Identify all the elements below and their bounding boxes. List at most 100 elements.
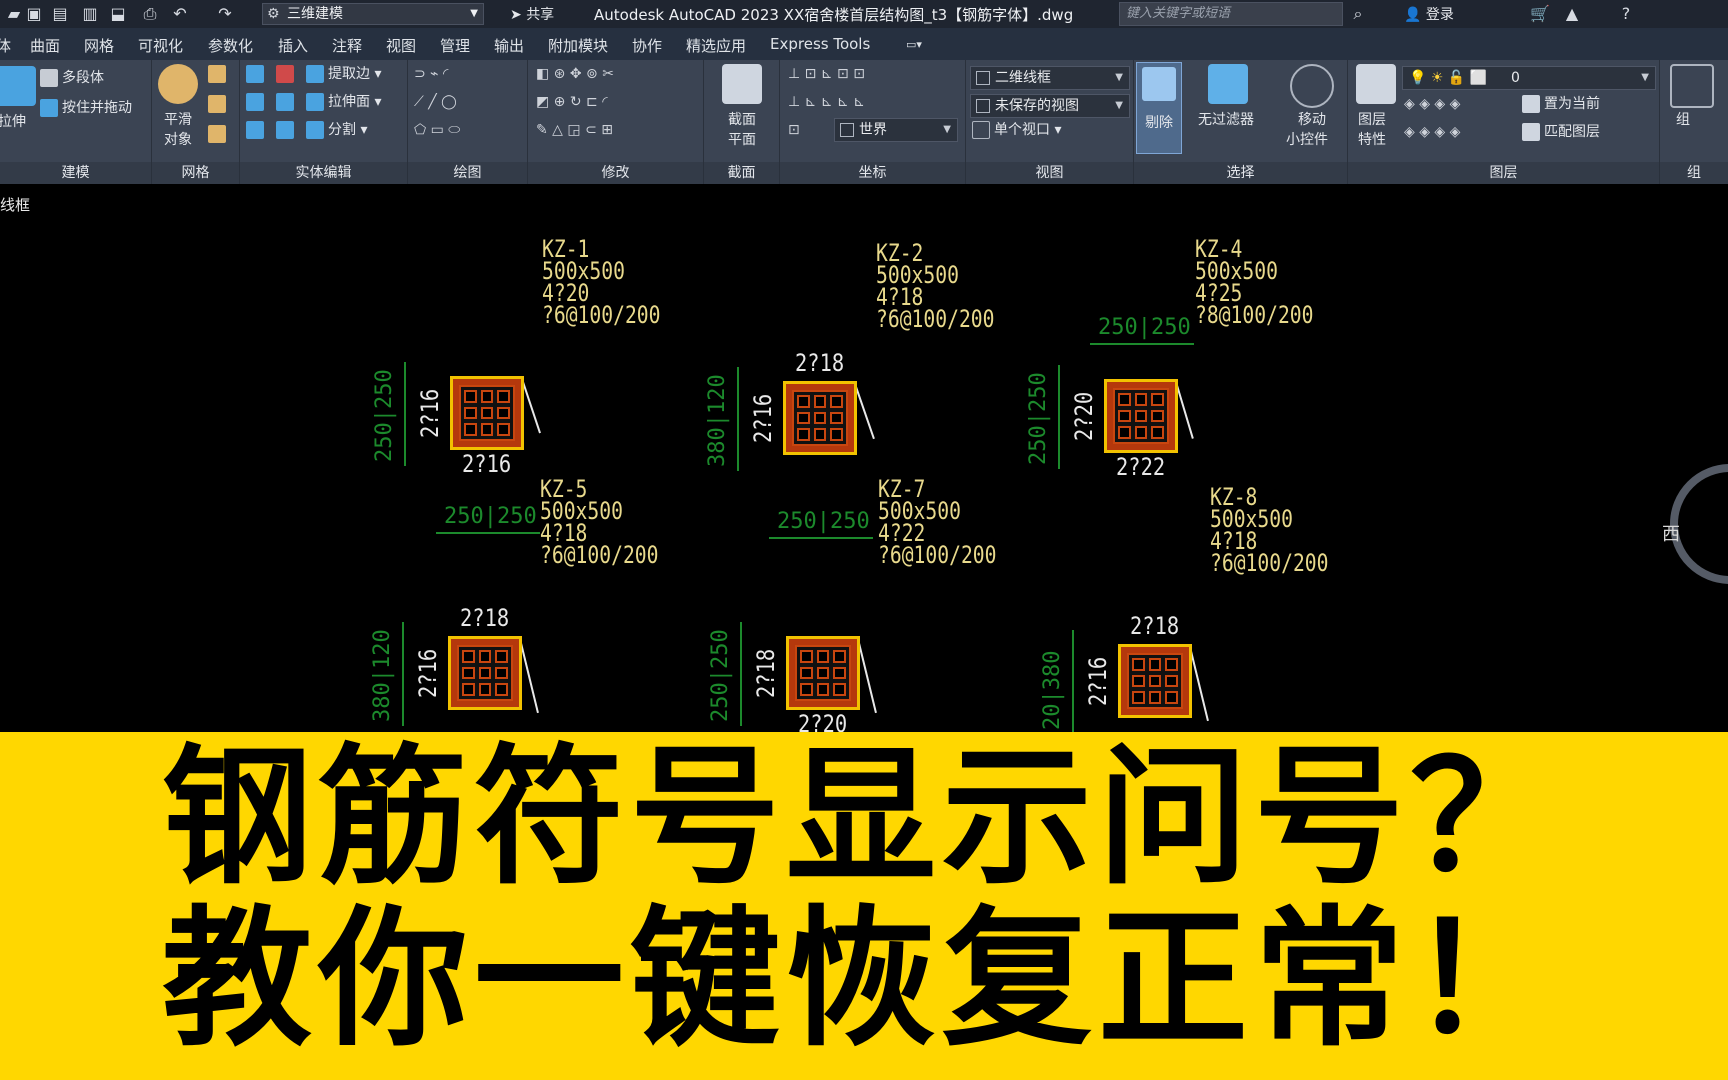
undo-icon[interactable]: ↶ bbox=[170, 4, 190, 24]
smooth-object-icon[interactable] bbox=[158, 64, 198, 104]
drawing-canvas[interactable]: 西 KZ-1 500x500 4?20 ?6@100/200 2?16 2?16 25… bbox=[0, 224, 1728, 732]
ucs-icon[interactable]: ⊡ bbox=[788, 120, 800, 140]
save-as-icon[interactable]: ▤ bbox=[50, 4, 70, 24]
split-button[interactable]: 分割 ▾ bbox=[306, 120, 367, 140]
panel-title[interactable]: 修改 bbox=[528, 162, 703, 184]
menu-item[interactable]: 视图 bbox=[386, 35, 416, 56]
interfere-icon[interactable] bbox=[276, 120, 298, 140]
mesh-tool-icon[interactable] bbox=[208, 64, 230, 84]
login-button[interactable]: 👤 登录 bbox=[1404, 4, 1454, 24]
section-plane-label[interactable]: 截面 bbox=[728, 110, 756, 130]
match-layer-button[interactable]: 匹配图层 bbox=[1522, 122, 1600, 142]
extract-edges-button[interactable]: 提取边 ▾ bbox=[306, 64, 381, 84]
panel-title[interactable]: 网格 bbox=[152, 162, 239, 184]
intersect-icon[interactable] bbox=[246, 120, 268, 140]
menu-item[interactable]: 参数化 bbox=[208, 35, 253, 56]
mesh-tool-icon[interactable] bbox=[208, 94, 230, 114]
modify-tools-row3-icon[interactable]: ✎ △ ◲ ⊂ ⊞ bbox=[536, 120, 613, 140]
set-current-button[interactable]: 置为当前 bbox=[1522, 94, 1600, 114]
layer-tools-row2-icon[interactable]: ◈ ◈ ◈ ◈ bbox=[1404, 122, 1460, 142]
thicken-icon[interactable] bbox=[276, 92, 298, 112]
visual-style-dropdown[interactable]: 二维线框 ▼ bbox=[970, 66, 1130, 90]
extrude-icon[interactable] bbox=[0, 66, 36, 106]
menu-item[interactable]: 插入 bbox=[278, 35, 308, 56]
shape-tools-icon[interactable]: ⬠ ▭ ⬭ bbox=[414, 120, 460, 140]
no-filter-label[interactable]: 无过滤器 bbox=[1198, 110, 1254, 130]
workspace-switcher[interactable]: ⚙ 三维建模 ▼ bbox=[262, 3, 484, 25]
panel-title[interactable]: 绘图 bbox=[408, 162, 527, 184]
layer-properties-label-2[interactable]: 特性 bbox=[1358, 130, 1386, 150]
section-plane-icon[interactable] bbox=[722, 64, 762, 104]
column-section[interactable] bbox=[1104, 379, 1178, 453]
menu-item[interactable]: 曲面 bbox=[30, 35, 60, 56]
no-filter-icon[interactable] bbox=[1208, 64, 1248, 104]
layer-dropdown[interactable]: 💡 ☀ 🔓 ⬜ 0 ▼ bbox=[1402, 66, 1656, 90]
viewport-visual-style-label[interactable]: 线框 bbox=[0, 194, 30, 215]
viewport-config-button[interactable]: 单个视口 ▾ bbox=[972, 120, 1061, 140]
menu-item[interactable]: 网格 bbox=[84, 35, 114, 56]
help-icon[interactable]: ? bbox=[1616, 4, 1636, 24]
union-icon[interactable] bbox=[246, 64, 268, 84]
smooth-label[interactable]: 平滑 bbox=[164, 110, 192, 130]
panel-title[interactable]: 坐标 bbox=[780, 162, 965, 184]
menu-item[interactable]: 可视化 bbox=[138, 35, 183, 56]
print-icon[interactable]: ⎙ bbox=[140, 4, 160, 24]
layer-properties-icon[interactable] bbox=[1356, 64, 1396, 104]
menu-item[interactable]: 输出 bbox=[494, 35, 524, 56]
menu-item[interactable]: 精选应用 bbox=[686, 35, 746, 56]
search-input[interactable]: 键入关键字或短语 bbox=[1119, 2, 1343, 26]
panel-title[interactable]: 建模 bbox=[0, 162, 151, 184]
panel-title[interactable]: 选择 bbox=[1134, 162, 1347, 184]
save-icon[interactable]: ▣ bbox=[24, 4, 44, 24]
move-gizmo-icon[interactable] bbox=[1290, 64, 1334, 108]
column-section[interactable] bbox=[450, 376, 524, 450]
panel-title[interactable]: 视图 bbox=[966, 162, 1133, 184]
panel-title[interactable]: 实体编辑 bbox=[240, 162, 407, 184]
ucs-dropdown[interactable]: 世界 ▼ bbox=[834, 118, 958, 142]
panel-title[interactable]: 图层 bbox=[1348, 162, 1659, 184]
modify-tools-row1-icon[interactable]: ◧ ⊛ ✥ ⊚ ✂ bbox=[536, 64, 614, 84]
subtract-icon[interactable] bbox=[246, 92, 268, 112]
menu-item[interactable]: 协作 bbox=[632, 35, 662, 56]
ucs-tools-row2-icon[interactable]: ⊥ ⊾ ⊾ ⊾ ⊾ bbox=[788, 92, 865, 112]
gizmo-label-2[interactable]: 小控件 bbox=[1286, 130, 1328, 150]
modify-tools-row2-icon[interactable]: ◩ ⊕ ↻ ⊏ ◜ bbox=[536, 92, 608, 112]
menu-item[interactable]: 体 bbox=[0, 35, 11, 56]
redo-icon[interactable]: ↷ bbox=[215, 4, 235, 24]
culling-button[interactable]: 剔除 bbox=[1136, 62, 1182, 154]
polyline-tools-icon[interactable]: ⟋ ╱ ◯ bbox=[414, 92, 457, 112]
line-tools-icon[interactable]: ⊃ ⌁ ◜ bbox=[414, 64, 448, 84]
menu-item[interactable]: Express Tools bbox=[770, 35, 870, 53]
panel-title[interactable]: 组 bbox=[1660, 162, 1728, 184]
mesh-tool-icon[interactable] bbox=[208, 124, 230, 144]
presspull-button[interactable]: 按住并拖动 bbox=[40, 98, 132, 118]
panel-title[interactable]: 截面 bbox=[704, 162, 779, 184]
ucs-tools-row1-icon[interactable]: ⊥ ⊡ ⊾ ⊡ ⊡ bbox=[788, 64, 865, 84]
saved-view-dropdown[interactable]: 未保存的视图 ▼ bbox=[970, 94, 1130, 118]
gizmo-label[interactable]: 移动 bbox=[1298, 110, 1326, 130]
section-plane-label-2[interactable]: 平面 bbox=[728, 130, 756, 150]
smooth-label-2[interactable]: 对象 bbox=[164, 130, 192, 150]
column-section[interactable] bbox=[448, 636, 522, 710]
menu-item[interactable]: 管理 bbox=[440, 35, 470, 56]
menu-item[interactable]: 注释 bbox=[332, 35, 362, 56]
publish-icon[interactable]: ⬓ bbox=[108, 4, 128, 24]
group-icon[interactable] bbox=[1670, 64, 1714, 108]
share-button[interactable]: ➤ 共享 bbox=[510, 4, 554, 24]
menu-item[interactable]: 附加模块 bbox=[548, 35, 608, 56]
open-icon[interactable]: ▰ bbox=[4, 4, 24, 24]
layer-tools-row1-icon[interactable]: ◈ ◈ ◈ ◈ bbox=[1404, 94, 1460, 114]
cart-icon[interactable]: 🛒 bbox=[1530, 4, 1550, 24]
export-icon[interactable]: ▥ bbox=[80, 4, 100, 24]
extrude-button[interactable]: 拉伸 bbox=[0, 112, 26, 132]
extrude-face-button[interactable]: 拉伸面 ▾ bbox=[306, 92, 381, 112]
slice-icon[interactable] bbox=[276, 64, 298, 84]
autodesk-icon[interactable]: ▲ bbox=[1562, 4, 1582, 24]
group-label[interactable]: 组 bbox=[1676, 110, 1690, 130]
column-section[interactable] bbox=[783, 381, 857, 455]
layer-properties-label[interactable]: 图层 bbox=[1358, 110, 1386, 130]
column-section[interactable] bbox=[1118, 644, 1192, 718]
column-section[interactable] bbox=[786, 636, 860, 710]
search-icon[interactable]: ⌕ bbox=[1348, 4, 1368, 24]
ribbon-toggle-icon[interactable]: ▭▾ bbox=[906, 38, 922, 51]
